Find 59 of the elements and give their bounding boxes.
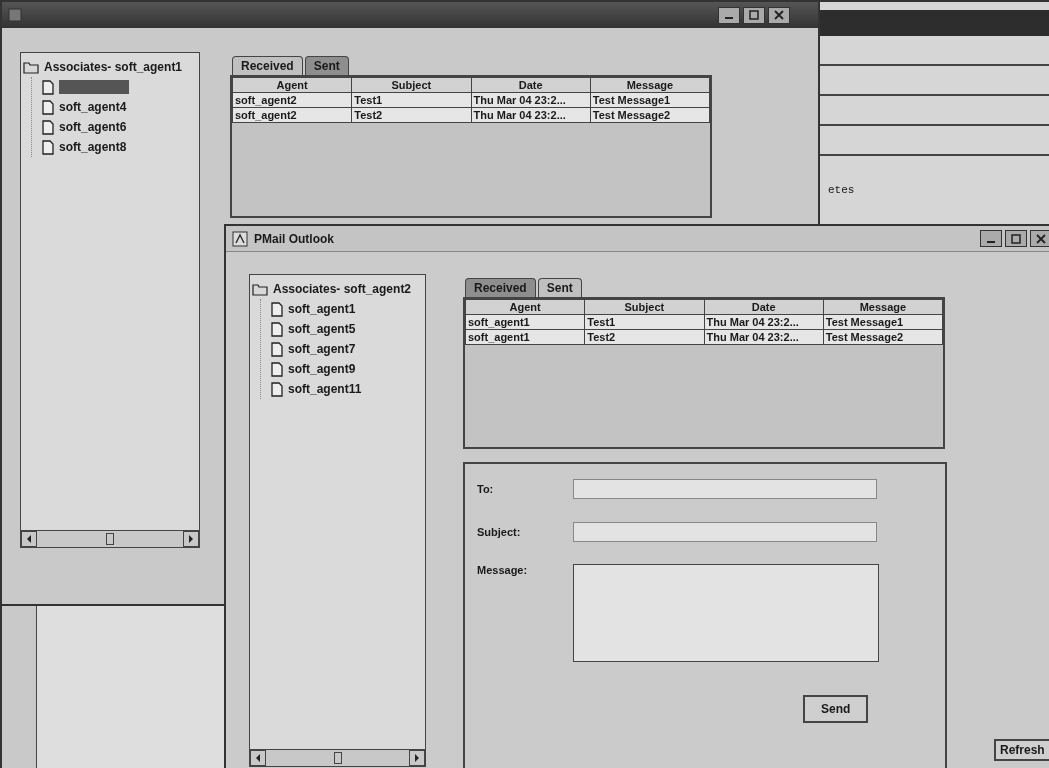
input-field[interactable] <box>573 522 877 542</box>
tree-item[interactable]: soft_agent6 <box>59 120 127 134</box>
send-button[interactable]: Send <box>803 695 869 723</box>
tree-item[interactable]: soft_agent5 <box>288 322 356 336</box>
tree-item[interactable]: soft_agent1 <box>288 302 356 316</box>
refresh-button[interactable]: Refresh <box>994 739 1049 761</box>
window-title: PMail Outlook <box>254 231 334 246</box>
app-icon <box>232 230 248 247</box>
folder-icon <box>23 60 39 74</box>
app-icon <box>8 8 22 22</box>
minimize-button[interactable] <box>980 230 1002 247</box>
tree-item[interactable]: soft_agent8 <box>59 140 127 154</box>
tab[interactable]: Received <box>232 56 303 75</box>
column-header[interactable]: Agent <box>232 77 352 93</box>
close-button[interactable] <box>768 6 790 24</box>
close-icon <box>774 10 784 20</box>
document-icon <box>271 341 283 357</box>
document-icon <box>271 301 283 317</box>
tree-root[interactable]: Associates- soft_agent1 <box>44 60 183 74</box>
horizontal-scrollbar[interactable] <box>250 749 425 766</box>
input-field[interactable] <box>573 479 877 499</box>
close-button[interactable] <box>1030 230 1049 247</box>
status-text: etes <box>828 184 856 196</box>
tab[interactable]: Sent <box>537 278 582 297</box>
column-header[interactable]: Message <box>823 299 943 315</box>
tab[interactable]: Received <box>465 278 536 297</box>
minimize-icon <box>725 17 733 19</box>
document-icon <box>42 99 54 115</box>
column-header[interactable]: Agent <box>465 299 585 315</box>
maximize-icon <box>1011 233 1021 244</box>
column-header[interactable]: Date <box>704 299 824 315</box>
field-label: Subject: <box>477 526 522 538</box>
document-icon <box>271 381 283 397</box>
tree-item[interactable]: soft_agent11 <box>288 382 362 396</box>
column-header[interactable]: Subject <box>584 299 704 315</box>
horizontal-scrollbar[interactable] <box>21 530 199 547</box>
column-header[interactable]: Subject <box>351 77 471 93</box>
maximize-button[interactable] <box>1005 230 1027 247</box>
field-label: To: <box>477 483 495 495</box>
tree-root[interactable]: Associates- soft_agent2 <box>273 282 412 296</box>
document-icon <box>42 119 54 135</box>
tree-item[interactable]: soft_agent4 <box>59 100 127 114</box>
maximize-icon <box>749 10 759 20</box>
field-label: Message: <box>477 564 529 576</box>
document-icon <box>271 361 283 377</box>
tree-item[interactable]: soft_agent9 <box>288 362 356 376</box>
document-icon <box>42 79 54 95</box>
folder-icon <box>252 282 268 296</box>
maximize-button[interactable] <box>743 6 765 24</box>
tab[interactable]: Sent <box>304 56 349 75</box>
tree-item[interactable]: soft_agent7 <box>288 342 356 356</box>
column-header[interactable]: Message <box>590 77 710 93</box>
minimize-icon <box>987 240 995 243</box>
column-header[interactable]: Date <box>471 77 591 93</box>
message-field[interactable] <box>573 564 879 662</box>
minimize-button[interactable] <box>718 6 740 24</box>
document-icon <box>42 139 54 155</box>
document-icon <box>271 321 283 337</box>
close-icon <box>1036 233 1046 244</box>
